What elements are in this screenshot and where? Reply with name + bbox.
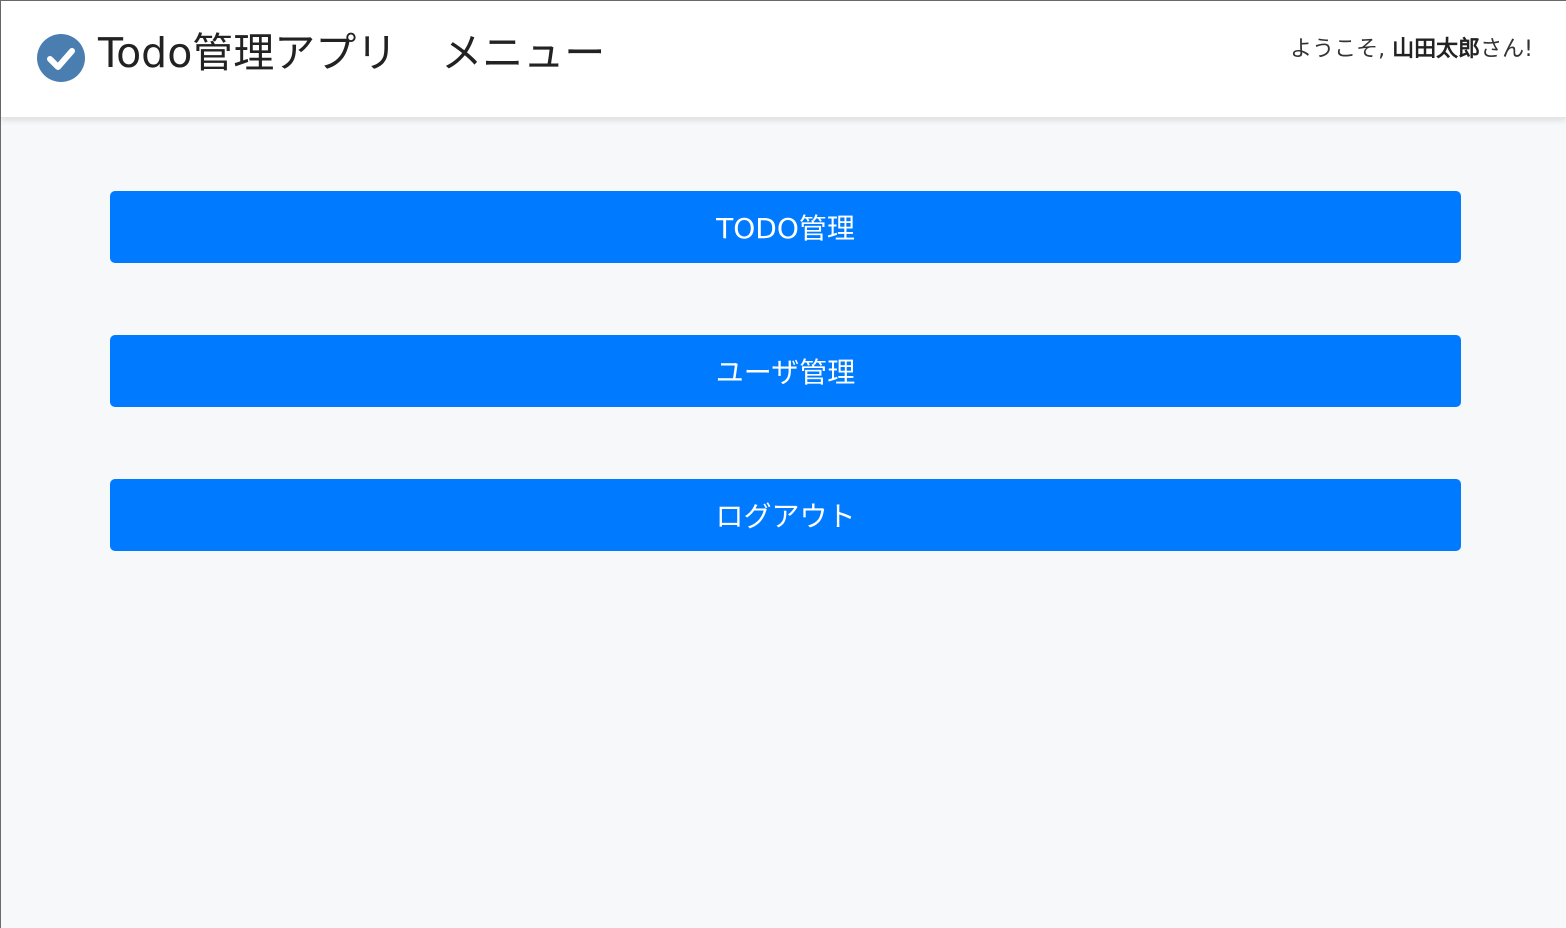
user-name: 山田太郎 bbox=[1392, 37, 1481, 62]
welcome-message: ようこそ, 山田太郎さん! bbox=[1290, 35, 1533, 65]
page-title: Todo管理アプリ メニュー bbox=[98, 27, 605, 79]
user-management-button[interactable]: ユーザ管理 bbox=[110, 335, 1461, 407]
todo-management-button[interactable]: TODO管理 bbox=[110, 191, 1461, 263]
app-header: Todo管理アプリ メニュー ようこそ, 山田太郎さん! bbox=[1, 1, 1566, 118]
welcome-suffix: さん! bbox=[1480, 37, 1533, 62]
app-title: Todo管理アプリ bbox=[98, 29, 398, 77]
welcome-prefix: ようこそ, bbox=[1290, 37, 1393, 62]
main-menu: TODO管理 ユーザ管理 ログアウト bbox=[110, 191, 1461, 623]
check-circle-icon bbox=[37, 34, 85, 82]
user-management-label: ユーザ管理 bbox=[715, 356, 856, 389]
page-name: メニュー bbox=[441, 29, 606, 77]
logout-button[interactable]: ログアウト bbox=[110, 479, 1461, 551]
todo-management-label: TODO管理 bbox=[716, 212, 855, 245]
logout-label: ログアウト bbox=[715, 500, 856, 533]
